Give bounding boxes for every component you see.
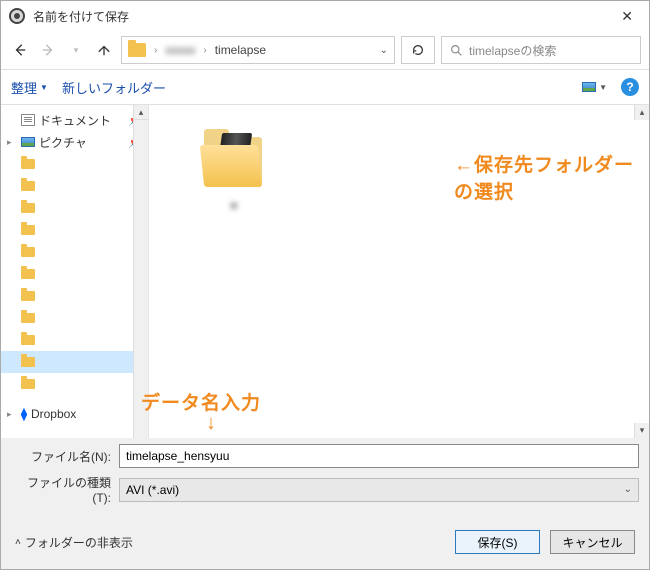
expand-icon[interactable]: ▸ bbox=[7, 137, 17, 148]
sidebar-item[interactable] bbox=[1, 307, 148, 329]
filename-input[interactable] bbox=[119, 444, 639, 468]
nav-row: ▾ › xxxxx › timelapse ⌄ timelapseの検索 bbox=[1, 31, 649, 69]
folder-icon bbox=[128, 43, 146, 57]
hide-folders-label: フォルダーの非表示 bbox=[25, 534, 133, 551]
sidebar-item-documents[interactable]: ドキュメント 📌 bbox=[1, 109, 148, 131]
sidebar-item-label: Dropbox bbox=[31, 407, 76, 421]
folder-icon bbox=[21, 247, 35, 257]
chevron-down-icon: ⌄ bbox=[624, 484, 632, 495]
toolbar: 整理 ▼ 新しいフォルダー ▼ ? bbox=[1, 69, 649, 105]
help-button[interactable]: ? bbox=[621, 78, 639, 96]
sidebar-item-dropbox[interactable]: ▸ ⧫ Dropbox bbox=[1, 403, 148, 425]
titlebar: 名前を付けて保存 ✕ bbox=[1, 1, 649, 31]
dropbox-icon: ⧫ bbox=[21, 407, 27, 421]
arrow-right-icon bbox=[41, 43, 55, 57]
filetype-select[interactable]: AVI (*.avi) ⌄ bbox=[119, 478, 639, 502]
folder-icon bbox=[21, 357, 35, 367]
refresh-icon bbox=[411, 43, 425, 57]
chevron-right-icon: › bbox=[152, 45, 159, 56]
filetype-label: ファイルの種類(T): bbox=[11, 474, 111, 505]
folder-icon bbox=[21, 313, 35, 323]
folder-icon bbox=[21, 335, 35, 345]
folder-icon bbox=[21, 225, 35, 235]
sidebar: ▴ ドキュメント 📌 ▸ ピクチャ 📌 bbox=[1, 105, 149, 438]
window-title: 名前を付けて保存 bbox=[33, 8, 129, 25]
folder-icon bbox=[21, 203, 35, 213]
documents-icon bbox=[21, 114, 35, 126]
forward-button[interactable] bbox=[37, 39, 59, 61]
folder-icon bbox=[21, 181, 35, 191]
back-button[interactable] bbox=[9, 39, 31, 61]
sidebar-item[interactable] bbox=[1, 373, 148, 395]
chevron-right-icon: › bbox=[201, 45, 208, 56]
folder-icon bbox=[21, 291, 35, 301]
search-icon bbox=[450, 44, 463, 57]
new-folder-button[interactable]: 新しいフォルダー bbox=[62, 78, 166, 97]
thumbnails-icon bbox=[582, 82, 596, 92]
save-dialog: 名前を付けて保存 ✕ ▾ › xxxxx › timelapse ⌄ timel… bbox=[0, 0, 650, 570]
search-placeholder: timelapseの検索 bbox=[469, 42, 556, 59]
search-input[interactable]: timelapseの検索 bbox=[441, 36, 641, 64]
sidebar-item[interactable] bbox=[1, 153, 148, 175]
cancel-button[interactable]: キャンセル bbox=[550, 530, 635, 554]
scroll-down-button[interactable]: ▾ bbox=[634, 423, 649, 438]
pictures-icon bbox=[21, 137, 35, 147]
recent-dropdown[interactable]: ▾ bbox=[65, 39, 87, 61]
body: ▴ ドキュメント 📌 ▸ ピクチャ 📌 bbox=[1, 105, 649, 438]
sidebar-item[interactable] bbox=[1, 197, 148, 219]
address-bar[interactable]: › xxxxx › timelapse ⌄ bbox=[121, 36, 395, 64]
expand-icon[interactable]: ▸ bbox=[7, 409, 17, 420]
folder-item[interactable]: ■ bbox=[199, 125, 269, 195]
save-button[interactable]: 保存(S) bbox=[455, 530, 540, 554]
scroll-up-button[interactable]: ▴ bbox=[634, 105, 649, 120]
file-fields: ファイル名(N): ファイルの種類(T): AVI (*.avi) ⌄ bbox=[1, 438, 649, 515]
chevron-up-icon: ˄ bbox=[15, 537, 21, 548]
arrow-up-icon bbox=[97, 43, 111, 57]
folder-icon bbox=[21, 379, 35, 389]
sidebar-item[interactable] bbox=[1, 219, 148, 241]
folder-icon bbox=[200, 145, 262, 187]
sidebar-item[interactable] bbox=[1, 241, 148, 263]
footer: ˄ フォルダーの非表示 保存(S) キャンセル bbox=[1, 515, 649, 569]
annotation-data-name: データ名入力 bbox=[141, 388, 261, 415]
annotation-arrow-icon: ↓ bbox=[206, 412, 216, 435]
sidebar-item[interactable] bbox=[1, 285, 148, 307]
sidebar-item-pictures[interactable]: ▸ ピクチャ 📌 bbox=[1, 131, 148, 153]
sidebar-item[interactable] bbox=[1, 175, 148, 197]
chevron-down-icon: ▼ bbox=[599, 83, 607, 92]
sidebar-item-label: ドキュメント bbox=[39, 112, 111, 129]
refresh-button[interactable] bbox=[401, 36, 435, 64]
filename-label: ファイル名(N): bbox=[11, 448, 111, 465]
sidebar-item[interactable] bbox=[1, 329, 148, 351]
close-icon[interactable]: ✕ bbox=[613, 4, 641, 29]
annotation-select-folder: ←保存先フォルダーの選択 bbox=[454, 150, 649, 204]
sidebar-item[interactable] bbox=[1, 263, 148, 285]
folder-item-label: ■ bbox=[199, 200, 269, 212]
folder-icon bbox=[21, 159, 35, 169]
folder-icon bbox=[21, 269, 35, 279]
sidebar-item-selected[interactable] bbox=[1, 351, 148, 373]
arrow-left-icon bbox=[13, 43, 27, 57]
view-mode-button[interactable]: ▼ bbox=[582, 82, 607, 92]
organize-label: 整理 bbox=[11, 78, 37, 97]
up-button[interactable] bbox=[93, 39, 115, 61]
hide-folders-toggle[interactable]: ˄ フォルダーの非表示 bbox=[15, 534, 133, 551]
breadcrumb-current[interactable]: timelapse bbox=[215, 43, 266, 57]
sidebar-item-label: ピクチャ bbox=[39, 134, 87, 151]
address-dropdown[interactable]: ⌄ bbox=[380, 45, 388, 56]
chevron-down-icon: ▼ bbox=[40, 83, 48, 92]
breadcrumb-parent[interactable]: xxxxx bbox=[165, 43, 195, 57]
scroll-up-button[interactable]: ▴ bbox=[133, 105, 148, 120]
organize-menu[interactable]: 整理 ▼ bbox=[11, 78, 48, 97]
filetype-value: AVI (*.avi) bbox=[126, 483, 179, 497]
app-icon bbox=[9, 8, 25, 24]
